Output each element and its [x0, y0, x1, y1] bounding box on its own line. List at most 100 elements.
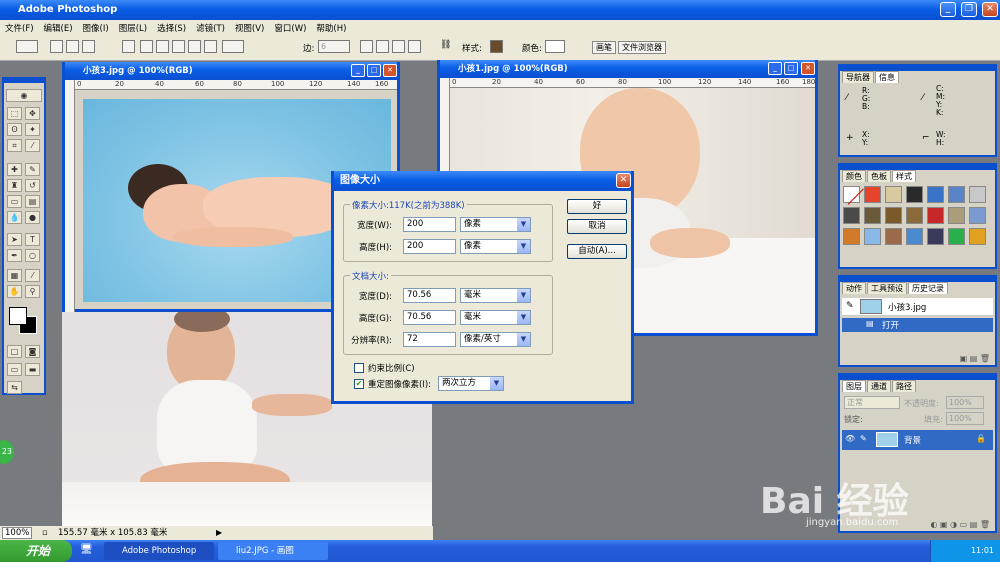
style-swatch[interactable]	[906, 207, 923, 224]
width-input[interactable]: 200	[403, 217, 456, 232]
add-selection-icon[interactable]	[66, 40, 79, 53]
tab-actions[interactable]: 动作	[842, 282, 866, 294]
doc-width-unit-select[interactable]: 毫米 ▼	[460, 288, 531, 303]
doc2-minimize-button[interactable]: _	[768, 62, 782, 75]
new-selection-icon[interactable]	[50, 40, 63, 53]
style-picker[interactable]	[490, 40, 503, 53]
menu-help[interactable]: 帮助(H)	[311, 22, 351, 34]
ellipse-icon[interactable]	[172, 40, 185, 53]
crop-tool-icon[interactable]: ⌗	[7, 139, 22, 152]
doc2-maximize-button[interactable]: □	[784, 62, 798, 75]
jump-imageready-icon[interactable]: ⇆	[7, 381, 22, 394]
slice-tool-icon[interactable]: ⁄	[25, 139, 40, 152]
opacity-input[interactable]: 100%	[946, 396, 984, 409]
tab-file-browser[interactable]: 文件浏览器	[618, 41, 666, 54]
ok-button[interactable]: 好	[567, 199, 627, 214]
screen-mode-icon[interactable]: ▭	[7, 363, 22, 376]
width-unit-select[interactable]: 像素 ▼	[460, 217, 531, 232]
style-swatch[interactable]	[885, 207, 902, 224]
rect-shape-icon[interactable]	[140, 40, 153, 53]
auto-button[interactable]: 自动(A)...	[567, 244, 627, 259]
tab-layers[interactable]: 图层	[842, 380, 866, 392]
style-none[interactable]	[843, 186, 864, 205]
notes-tool-icon[interactable]: ▦	[7, 269, 22, 282]
style-swatch[interactable]	[927, 186, 944, 203]
style-swatch[interactable]	[885, 186, 902, 203]
quickmask-mode-icon[interactable]: ◙	[25, 345, 40, 358]
menu-filter[interactable]: 滤镜(T)	[191, 22, 230, 34]
style-swatch[interactable]	[969, 186, 986, 203]
minimize-button[interactable]: _	[940, 2, 956, 17]
style-swatch[interactable]	[843, 207, 860, 224]
menu-window[interactable]: 窗口(W)	[269, 22, 311, 34]
custom-shape-icon[interactable]	[222, 40, 244, 53]
style-swatch[interactable]	[948, 186, 965, 203]
tab-tool-presets[interactable]: 工具预设	[867, 282, 907, 294]
resample-method-select[interactable]: 两次立方 ▼	[438, 376, 504, 391]
tab-history[interactable]: 历史记录	[908, 282, 948, 294]
resolution-unit-select[interactable]: 像素/英寸 ▼	[460, 332, 531, 347]
pen-tool-icon[interactable]: ✒	[7, 249, 22, 262]
style-swatch[interactable]	[864, 228, 881, 245]
menu-view[interactable]: 视图(V)	[230, 22, 269, 34]
menu-file[interactable]: 文件(F)	[0, 22, 39, 34]
fullscreen-mode-icon[interactable]: ▬	[25, 363, 40, 376]
doc2-close-button[interactable]: ✕	[801, 62, 815, 75]
style-swatch[interactable]	[843, 228, 860, 245]
style-swatch[interactable]	[906, 228, 923, 245]
brush-tool-icon[interactable]: ✎	[25, 163, 40, 176]
doc-height-input[interactable]: 70.56	[403, 310, 456, 325]
marquee-tool-icon[interactable]: ⬚	[7, 107, 22, 120]
style-swatch[interactable]	[864, 207, 881, 224]
doc1-maximize-button[interactable]: □	[367, 64, 381, 77]
cancel-button[interactable]: 取消	[567, 219, 627, 234]
polygon-icon[interactable]	[188, 40, 201, 53]
history-snapshot[interactable]: ✎ 小孩3.jpg	[842, 298, 993, 316]
exclude-icon[interactable]	[408, 40, 421, 53]
menu-select[interactable]: 选择(S)	[152, 22, 191, 34]
fill-input[interactable]: 100%	[946, 412, 984, 425]
style-swatch[interactable]	[969, 207, 986, 224]
history-step-open[interactable]: ▤ 打开	[842, 318, 993, 332]
resolution-input[interactable]: 72	[403, 332, 456, 347]
tool-preset-button[interactable]	[16, 40, 38, 53]
height-input[interactable]: 200	[403, 239, 456, 254]
color-swatch[interactable]	[545, 40, 565, 53]
doc1-close-button[interactable]: ✕	[383, 64, 397, 77]
tab-color[interactable]: 颜色	[842, 170, 866, 182]
move-tool-icon[interactable]: ✥	[25, 107, 40, 120]
eyedropper-icon[interactable]: ⁄	[25, 269, 40, 282]
tab-navigator[interactable]: 导航器	[842, 71, 874, 83]
style-swatch[interactable]	[948, 207, 965, 224]
tab-info[interactable]: 信息	[875, 71, 899, 83]
doc1-minimize-button[interactable]: _	[351, 64, 365, 77]
eraser-tool-icon[interactable]: ▭	[7, 195, 22, 208]
healing-brush-icon[interactable]: ✚	[7, 163, 22, 176]
dodge-tool-icon[interactable]: ●	[25, 211, 40, 224]
pen-icon[interactable]	[122, 40, 135, 53]
shape-tool-icon[interactable]: ○	[25, 249, 40, 262]
style-swatch[interactable]	[906, 186, 923, 203]
intersect-icon[interactable]	[392, 40, 405, 53]
notification-badge[interactable]: 23	[0, 440, 14, 464]
menu-image[interactable]: 图像(I)	[78, 22, 114, 34]
style-swatch[interactable]	[927, 228, 944, 245]
restore-button[interactable]: ❐	[961, 2, 977, 17]
zoom-tool-icon[interactable]: ⚲	[25, 285, 40, 298]
history-footer-icons[interactable]: ▣ ▤ 🗑	[920, 354, 990, 364]
task-photoshop[interactable]: Adobe Photoshop	[104, 542, 214, 560]
dialog-close-button[interactable]: ✕	[616, 173, 631, 188]
path-select-icon[interactable]: ➤	[7, 233, 22, 246]
combine-icon[interactable]	[360, 40, 373, 53]
zoom-field[interactable]: 100%	[2, 527, 32, 539]
desktop-icon[interactable]: 🖥	[80, 544, 93, 555]
blend-mode-select[interactable]: 正常	[844, 396, 900, 409]
line-icon[interactable]	[204, 40, 217, 53]
style-swatch[interactable]	[885, 228, 902, 245]
layer-background-row[interactable]: 👁 ✎ 背景 🔒	[842, 430, 993, 450]
tab-paths[interactable]: 路径	[892, 380, 916, 392]
status-menu-arrow-icon[interactable]: ▶	[216, 526, 222, 540]
doc-height-unit-select[interactable]: 毫米 ▼	[460, 310, 531, 325]
type-tool-icon[interactable]: T	[25, 233, 40, 246]
start-button[interactable]: 开始	[0, 540, 72, 562]
